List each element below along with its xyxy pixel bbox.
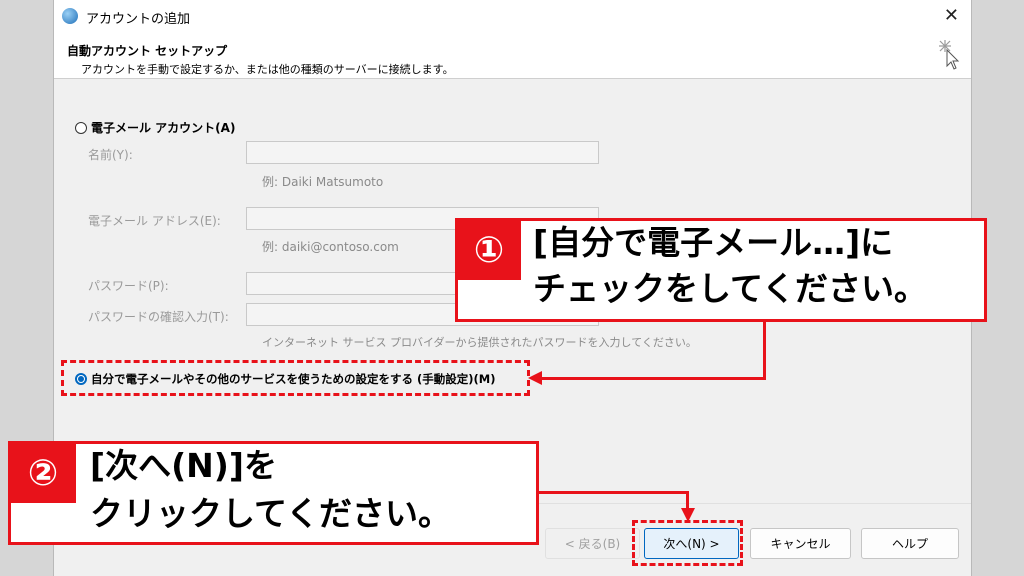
email-label: 電子メール アドレス(E): [88,214,221,228]
title-bar: アカウントの追加 ✕ [54,0,971,34]
email-account-radio[interactable] [75,122,87,134]
header-subtitle: アカウントを手動で設定するか、または他の種類のサーバーに接続します。 [81,63,454,76]
header-title: 自動アカウント セットアップ [67,44,228,58]
step1-connector-vertical [763,322,766,380]
next-button-highlight [632,520,743,566]
step1-line1: [自分で電子メール…]に [533,223,894,262]
wizard-header: 自動アカウント セットアップ アカウントを手動で設定するか、または他の種類のサー… [54,34,971,79]
step1-number: ① [457,220,521,280]
step1-line2: チェックをしてください。 [533,269,928,308]
step2-arrow-icon [681,508,695,522]
step1-connector-horizontal [540,377,766,380]
step2-line1: [次へ(N)]を [90,446,277,485]
step2-number: ② [10,443,76,503]
name-field[interactable] [246,141,599,164]
cancel-button[interactable]: キャンセル [750,528,851,559]
step2-line2: クリックしてください。 [90,494,452,533]
window-title: アカウントの追加 [86,12,191,27]
help-button[interactable]: ヘルプ [861,528,959,559]
password-hint: インターネット サービス プロバイダーから提供されたパスワードを入力してください… [262,336,697,349]
wizard-sparkle-icon [939,40,960,70]
outlook-globe-icon [62,8,78,24]
email-hint: 例: daiki@contoso.com [262,240,399,254]
name-hint: 例: Daiki Matsumoto [262,175,384,189]
step2-connector-horizontal [539,491,689,494]
manual-setup-highlight [61,360,530,396]
password-confirm-label: パスワードの確認入力(T): [88,310,229,324]
name-label: 名前(Y): [88,148,133,162]
close-button[interactable]: ✕ [944,5,959,26]
back-button[interactable]: < 戻る(B) [545,528,640,559]
email-account-label[interactable]: 電子メール アカウント(A) [91,119,235,136]
step1-arrow-icon [528,371,542,385]
password-label: パスワード(P): [88,279,169,293]
